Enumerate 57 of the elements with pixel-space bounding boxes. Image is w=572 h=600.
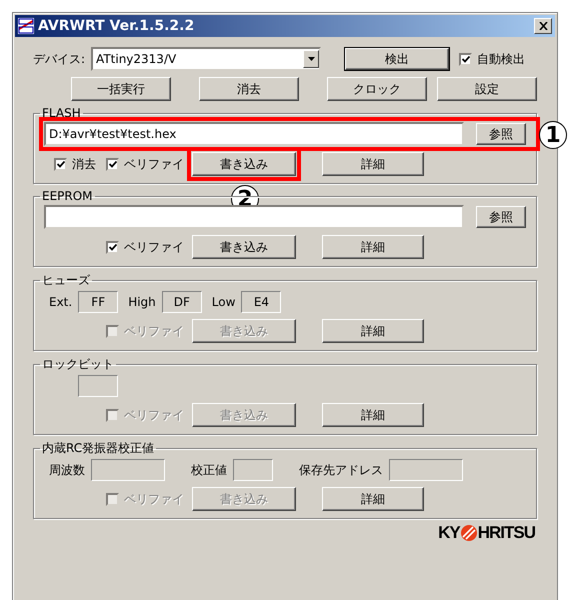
action-button[interactable]: 一括実行 [71, 77, 171, 101]
register-label: Ext. [49, 295, 72, 309]
logo-text: HRITSU [478, 523, 535, 543]
window-title: AVRWRT Ver.1.5.2.2 [38, 18, 196, 34]
register-label: 周波数 [49, 462, 85, 478]
action-button[interactable]: クロック [327, 77, 427, 101]
checkbox[interactable] [106, 240, 119, 254]
register-field: E4 [241, 291, 282, 313]
app-icon [18, 18, 34, 34]
file-path-field[interactable] [44, 205, 464, 229]
register-field [233, 459, 273, 481]
checkbox-label: ベリファイ [124, 322, 184, 340]
group-title: 内蔵RC発振器校正値 [41, 440, 156, 457]
detail-button[interactable]: 詳細 [322, 235, 424, 259]
detect-button[interactable]: 検出 [345, 48, 450, 70]
group-title: ロックビット [41, 356, 115, 373]
checkbox-label: ベリファイ [124, 238, 184, 256]
close-button[interactable] [534, 18, 552, 34]
checkbox-label: ベリファイ [124, 490, 184, 508]
register-label: 保存先アドレス [299, 462, 383, 478]
callout-number: 1 [539, 121, 567, 149]
checkbox-label: 消去 [72, 156, 96, 172]
close-icon [538, 22, 548, 30]
logo-text: KY [438, 523, 460, 543]
checkbox[interactable] [106, 158, 119, 170]
action-button[interactable]: 消去 [199, 77, 299, 101]
detail-button[interactable]: 詳細 [322, 152, 424, 176]
group-title: EEPROM [41, 189, 94, 203]
register-field: DF [162, 291, 202, 313]
group-title: FLASH [41, 106, 82, 120]
browse-button[interactable]: 参照 [476, 206, 526, 228]
write-button[interactable]: 書き込み [192, 152, 296, 176]
detail-button[interactable]: 詳細 [322, 319, 424, 343]
logo-icon [460, 524, 478, 542]
browse-button[interactable]: 参照 [476, 123, 526, 145]
check-icon [108, 160, 116, 168]
checkbox-label: ベリファイ [124, 406, 184, 424]
detail-button[interactable]: 詳細 [322, 487, 424, 511]
register-field [78, 375, 118, 397]
action-button[interactable]: 設定 [437, 77, 537, 101]
check-icon [108, 244, 116, 250]
register-label: Low [212, 295, 236, 309]
check-icon [56, 160, 64, 168]
checkbox[interactable] [459, 52, 472, 66]
checkbox-label: 自動検出 [477, 50, 526, 68]
register-label: 校正値 [191, 462, 227, 478]
group-title: ヒューズ [41, 272, 91, 289]
detail-button[interactable]: 詳細 [322, 403, 424, 427]
checkbox[interactable] [54, 158, 67, 170]
checkbox-label: ベリファイ [124, 156, 184, 172]
file-path-field[interactable]: D:¥avr¥test¥test.hex [44, 122, 464, 146]
register-label: High [128, 295, 156, 309]
check-icon [462, 56, 470, 62]
register-field: FF [78, 291, 118, 313]
device-label: デバイス: [33, 50, 86, 68]
device-dropdown[interactable]: ATtiny2313/V [91, 47, 322, 71]
write-button[interactable]: 書き込み [192, 235, 296, 259]
